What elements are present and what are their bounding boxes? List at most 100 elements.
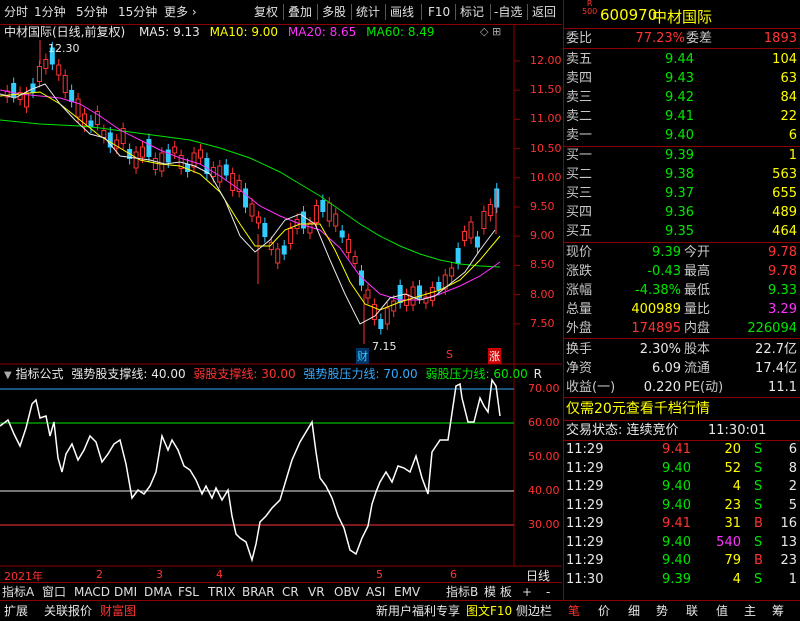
sell-level-price: 9.44 <box>665 52 694 67</box>
strong-support-label: 强势股支撑线: 40.00 <box>71 367 186 381</box>
trade-count: 13 <box>780 534 797 550</box>
order-ratio-row: 委比 77.23% 委差 1893 <box>564 29 800 48</box>
period-timeshare-tab[interactable]: 分时 <box>4 4 28 20</box>
tab-fine-detail[interactable]: 细 <box>628 603 640 619</box>
sell-level-row[interactable]: 卖三 9.42 84 <box>564 88 800 107</box>
indicator-tick-label: 40.00 <box>528 484 560 497</box>
sell-level-row[interactable]: 卖五 9.44 104 <box>564 50 800 69</box>
tab-macd[interactable]: MACD <box>74 584 110 600</box>
tab-main-force[interactable]: 主 <box>744 603 756 619</box>
trade-row: 11:29 9.41 31 B 16 <box>564 515 800 533</box>
tab-emv[interactable]: EMV <box>394 584 420 600</box>
tab-asi[interactable]: ASI <box>366 584 385 600</box>
promo-banner[interactable]: 仅需20元查看千档行情 <box>564 400 800 419</box>
tab-trix[interactable]: TRIX <box>208 584 235 600</box>
period-more-dropdown[interactable]: 更多 › <box>164 4 197 20</box>
chart-area[interactable]: 中材国际(日线,前复权) MA5: 9.13 MA10: 9.00 MA20: … <box>0 24 562 596</box>
finance-marker-icon[interactable]: 财 <box>356 348 369 364</box>
sell-level-volume: 84 <box>780 90 797 105</box>
trade-side: S <box>754 571 763 587</box>
quote-value: 226094 <box>747 321 797 336</box>
indicator-formula-label[interactable]: 指标公式 <box>16 367 64 381</box>
period-15min-tab[interactable]: 15分钟 <box>118 4 157 20</box>
trade-side: S <box>754 497 763 513</box>
limit-up-marker-icon[interactable]: 涨 <box>488 348 501 364</box>
tab-fsl[interactable]: FSL <box>178 584 199 600</box>
draw-line-button[interactable]: 画线 <box>390 4 414 20</box>
trade-volume: 52 <box>724 460 741 476</box>
quote-value: 9.39 <box>652 245 681 260</box>
buy-level-label: 买三 <box>566 186 593 201</box>
wealth-map-button[interactable]: 财富图 <box>100 603 136 619</box>
tab-obv[interactable]: OBV <box>334 584 360 600</box>
adjust-price-button[interactable]: 复权 <box>254 4 278 20</box>
fundamental-row: 换手 2.30% 股本 22.7亿 <box>564 340 800 359</box>
f10-button[interactable]: F10 <box>428 4 450 20</box>
tab-trades-detail[interactable]: 笔 <box>568 603 580 619</box>
price-tick-label: 8.00 <box>530 287 555 301</box>
tab-chips[interactable]: 筹 <box>772 603 784 619</box>
trade-price: 9.40 <box>662 479 691 494</box>
trade-volume: 20 <box>724 442 741 457</box>
quote-label: 内盘 <box>684 321 711 336</box>
tab-remove-icon[interactable]: - <box>546 584 550 600</box>
quote-label: 涨跌 <box>566 264 593 279</box>
tab-value[interactable]: 值 <box>716 603 728 619</box>
overlay-button[interactable]: 叠加 <box>288 4 312 20</box>
chart-toolbar: 分时 1分钟 5分钟 15分钟 更多 › 复权 叠加 多股 统计 画线 F10 … <box>0 0 562 25</box>
buy-level-row[interactable]: 买三 9.37 655 <box>564 184 800 203</box>
trade-price: 9.40 <box>662 534 691 550</box>
tab-dma[interactable]: DMA <box>144 584 172 600</box>
trade-side: S <box>754 534 763 550</box>
order-ratio-label: 委比 <box>566 31 593 46</box>
multi-stock-button[interactable]: 多股 <box>322 4 346 20</box>
tab-trend[interactable]: 势 <box>656 603 668 619</box>
trade-row: 11:30 9.39 4 S 1 <box>564 571 800 589</box>
tab-indicator-a[interactable]: 指标A <box>2 584 34 600</box>
sidebar-button[interactable]: 侧边栏 <box>516 603 552 619</box>
new-user-promo-link[interactable]: 新用户福利专享 <box>376 603 460 619</box>
tab-add-icon[interactable]: + <box>522 584 532 600</box>
tab-template[interactable]: 模 板 <box>484 584 512 600</box>
indicator-dropdown-icon[interactable]: ▼ <box>4 370 12 381</box>
period-1min-tab[interactable]: 1分钟 <box>34 4 66 20</box>
tab-brar[interactable]: BRAR <box>242 584 275 600</box>
tab-dmi[interactable]: DMI <box>114 584 137 600</box>
quote-label: 量比 <box>684 302 711 317</box>
mark-button[interactable]: 标记 <box>460 4 484 20</box>
date-axis: 2021年 2 3 4 5 6 <box>0 567 514 583</box>
sell-level-row[interactable]: 卖四 9.43 63 <box>564 69 800 88</box>
tuwen-f10-button[interactable]: 图文F10 <box>466 603 512 619</box>
status-bar: 扩展 关联报价 财富图 新用户福利专享 图文F10 侧边栏 笔 价 细 势 联 … <box>0 600 800 621</box>
indicator-tick-label: 50.00 <box>528 450 560 463</box>
expand-button[interactable]: 扩展 <box>4 603 28 619</box>
buy-level-row[interactable]: 买二 9.38 563 <box>564 165 800 184</box>
period-5min-tab[interactable]: 5分钟 <box>76 4 108 20</box>
s-marker-icon[interactable]: S <box>446 348 453 361</box>
add-watchlist-button[interactable]: -自选 <box>494 4 522 20</box>
buy-level-row[interactable]: 买四 9.36 489 <box>564 203 800 222</box>
tab-vr[interactable]: VR <box>308 584 325 600</box>
back-button[interactable]: 返回 <box>532 4 556 20</box>
fundamental-value: 17.4亿 <box>755 361 797 376</box>
statistics-button[interactable]: 统计 <box>356 4 380 20</box>
tab-window[interactable]: 窗口 <box>42 584 66 600</box>
tab-cr[interactable]: CR <box>282 584 299 600</box>
sell-level-row[interactable]: 卖一 9.40 6 <box>564 126 800 145</box>
buy-level-price: 9.39 <box>665 148 694 163</box>
tab-linked[interactable]: 联 <box>686 603 698 619</box>
quote-row: 总量 400989 量比 3.29 <box>564 300 800 319</box>
fundamental-value: 22.7亿 <box>755 342 797 357</box>
trade-time: 11:29 <box>566 442 604 457</box>
buy-level-row[interactable]: 买一 9.39 1 <box>564 146 800 165</box>
tab-indicator-b[interactable]: 指标B <box>446 584 478 600</box>
promo-text[interactable]: 仅需20元查看千档行情 <box>566 400 710 419</box>
tab-price-level[interactable]: 价 <box>598 603 610 619</box>
fundamental-value: 0.220 <box>643 380 681 395</box>
buy-level-row[interactable]: 买五 9.35 464 <box>564 222 800 241</box>
related-quote-button[interactable]: 关联报价 <box>44 603 92 619</box>
trade-price: 9.40 <box>662 497 691 513</box>
quote-row: 现价 9.39 今开 9.78 <box>564 243 800 262</box>
quote-row: 涨幅 -4.38% 最低 9.33 <box>564 281 800 300</box>
sell-level-row[interactable]: 卖二 9.41 22 <box>564 107 800 126</box>
